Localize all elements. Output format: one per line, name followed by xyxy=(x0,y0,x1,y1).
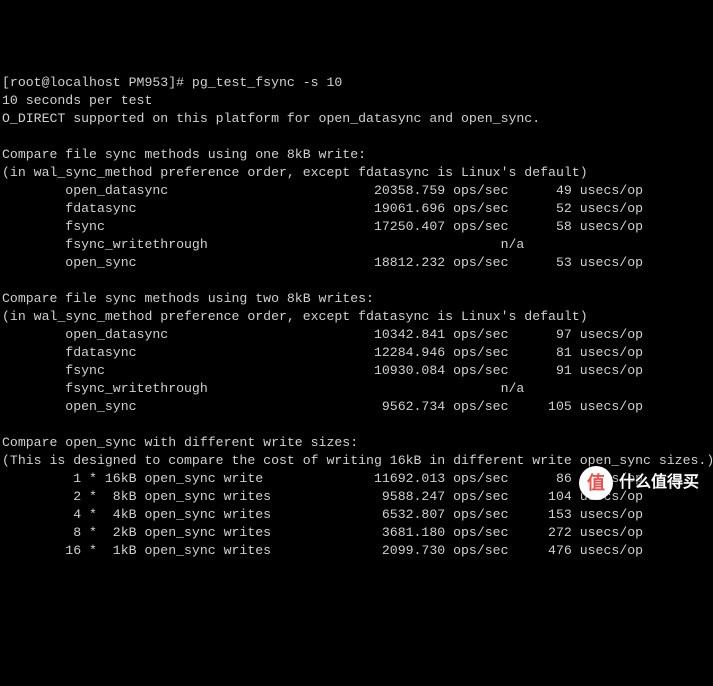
watermark-text: 什么值得买 xyxy=(619,474,699,492)
watermark: 值 什么值得买 xyxy=(579,466,699,500)
watermark-zhi: 值 xyxy=(587,474,605,492)
watermark-badge-icon: 值 xyxy=(579,466,613,500)
